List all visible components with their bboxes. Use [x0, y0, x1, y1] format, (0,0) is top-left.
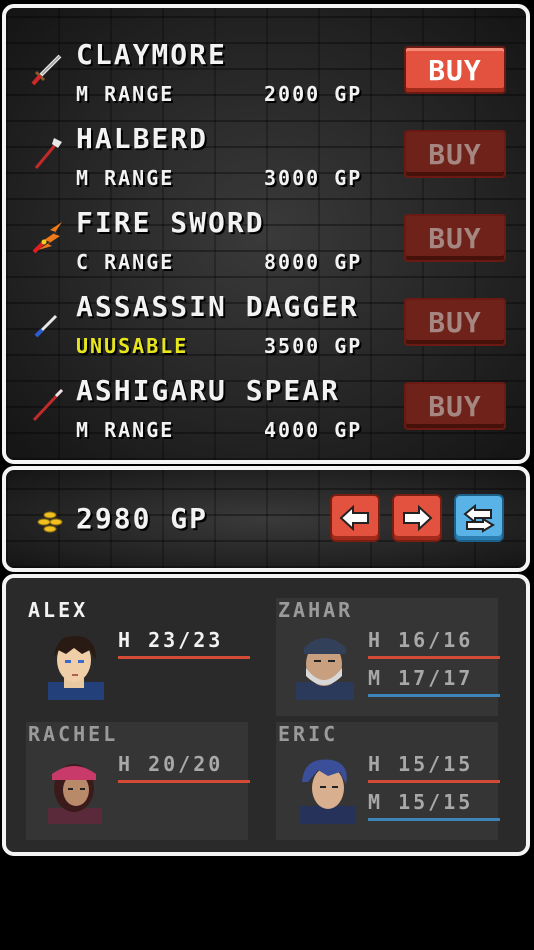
- avatar: [48, 635, 104, 700]
- party-member-card[interactable]: ALEX H 23/23: [26, 598, 250, 716]
- shop-panel: CLAYMORE M RANGE 2000 GP BUY HALBERD M R…: [2, 4, 530, 464]
- fire-sword-icon: [32, 222, 62, 254]
- buy-button[interactable]: BUY: [404, 214, 506, 262]
- buy-button[interactable]: BUY: [404, 46, 506, 94]
- item-name: ASSASSIN DAGGER: [76, 290, 359, 323]
- swap-icon: [463, 503, 495, 533]
- member-name: ERIC: [278, 722, 339, 746]
- party-member-card[interactable]: RACHEL H 20/20: [26, 722, 250, 840]
- item-price: 4000 GP: [264, 418, 363, 442]
- member-name: RACHEL: [28, 722, 119, 746]
- avatar: [296, 638, 354, 700]
- item-range: M RANGE: [76, 418, 175, 442]
- spear-icon: [32, 388, 64, 422]
- next-page-button[interactable]: [392, 494, 442, 542]
- hp-bar: [118, 780, 250, 783]
- dagger-icon: [34, 314, 58, 338]
- shop-item: ASSASSIN DAGGER UNUSABLE 3500 GP BUY: [6, 288, 526, 372]
- party-panel: ALEX H 23/23 ZAHAR H 16/16 M 17/17 RACHE…: [2, 574, 530, 856]
- item-range: M RANGE: [76, 166, 175, 190]
- mp-value: M 17/17: [368, 666, 474, 690]
- avatar: [48, 764, 102, 824]
- item-price: 8000 GP: [264, 250, 363, 274]
- hp-value: H 16/16: [368, 628, 474, 652]
- item-range: M RANGE: [76, 82, 175, 106]
- shop-item: ASHIGARU SPEAR M RANGE 4000 GP BUY: [6, 372, 526, 456]
- item-unusable-label: UNUSABLE: [76, 334, 189, 358]
- member-name: ALEX: [28, 598, 89, 622]
- item-name: FIRE SWORD: [76, 206, 265, 239]
- hp-bar: [368, 656, 500, 659]
- hp-bar: [118, 656, 250, 659]
- item-name: CLAYMORE: [76, 38, 227, 71]
- member-name: ZAHAR: [278, 598, 354, 622]
- buy-button[interactable]: BUY: [404, 382, 506, 430]
- swap-button[interactable]: [454, 494, 504, 542]
- claymore-icon: [31, 54, 62, 86]
- hp-value: H 20/20: [118, 752, 224, 776]
- hp-value: H 15/15: [368, 752, 474, 776]
- item-name: ASHIGARU SPEAR: [76, 374, 341, 407]
- mp-value: M 15/15: [368, 790, 474, 814]
- item-price: 3500 GP: [264, 334, 363, 358]
- gold-coins-icon: [37, 511, 63, 533]
- mp-bar: [368, 694, 500, 697]
- item-name: HALBERD: [76, 122, 209, 155]
- shop-item: CLAYMORE M RANGE 2000 GP BUY: [6, 36, 526, 120]
- avatar: [300, 759, 356, 824]
- item-range: C RANGE: [76, 250, 175, 274]
- buy-button[interactable]: BUY: [404, 298, 506, 346]
- item-price: 3000 GP: [264, 166, 363, 190]
- halberd-icon: [34, 138, 62, 169]
- shop-item: FIRE SWORD C RANGE 8000 GP BUY: [6, 204, 526, 288]
- item-price: 2000 GP: [264, 82, 363, 106]
- party-member-card[interactable]: ERIC H 15/15 M 15/15: [276, 722, 500, 840]
- party-member-card[interactable]: ZAHAR H 16/16 M 17/17: [276, 598, 500, 716]
- arrow-left-icon: [339, 504, 369, 532]
- prev-page-button[interactable]: [330, 494, 380, 542]
- hp-bar: [368, 780, 500, 783]
- hp-value: H 23/23: [118, 628, 224, 652]
- buy-button[interactable]: BUY: [404, 130, 506, 178]
- gold-panel: 2980 GP: [2, 466, 530, 572]
- shop-item: HALBERD M RANGE 3000 GP BUY: [6, 120, 526, 204]
- arrow-right-icon: [403, 504, 433, 532]
- mp-bar: [368, 818, 500, 821]
- gold-amount: 2980 GP: [76, 502, 209, 535]
